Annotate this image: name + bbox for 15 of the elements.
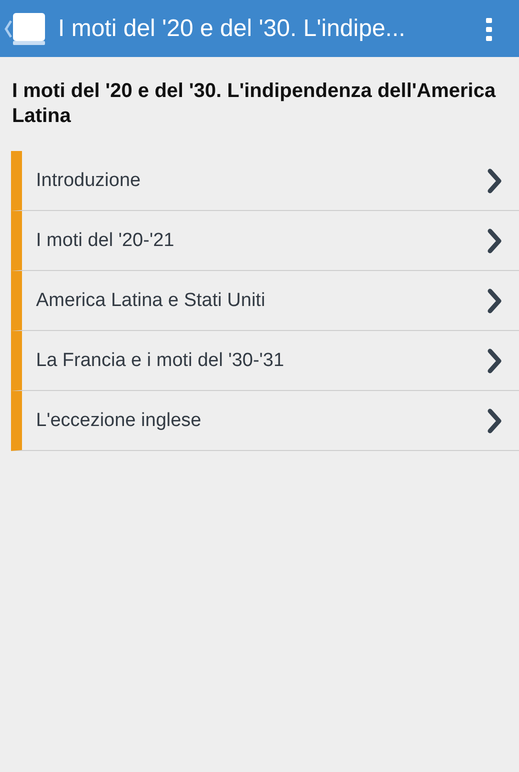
chevron-icon	[487, 408, 503, 434]
section-item[interactable]: Introduzione	[11, 151, 519, 211]
app-bar-title: I moti del '20 e del '30. L'indipe...	[58, 14, 406, 42]
book-icon	[12, 12, 46, 46]
caret-icon	[4, 18, 12, 38]
page-heading: I moti del '20 e del '30. L'indipendenza dell'America Latina	[12, 79, 497, 129]
chevron-icon	[487, 288, 503, 314]
chevron-icon	[487, 228, 503, 254]
chevron-icon	[487, 348, 503, 374]
section-item[interactable]: I moti del '20-'21	[11, 211, 519, 271]
menu-icon	[485, 16, 493, 40]
section-item[interactable]: America Latina e Stati Uniti	[11, 271, 519, 331]
chevron-icon	[487, 168, 503, 194]
section-item[interactable]: La Francia e i moti del '30-'31	[11, 331, 519, 391]
section-item[interactable]: L'eccezione inglese	[11, 391, 519, 451]
